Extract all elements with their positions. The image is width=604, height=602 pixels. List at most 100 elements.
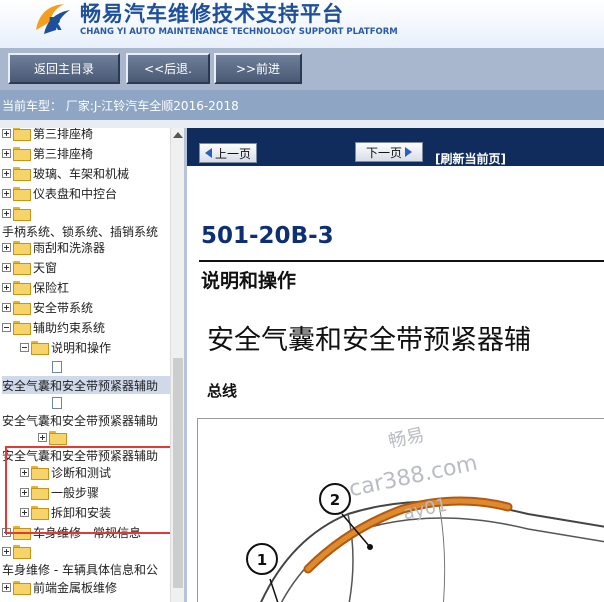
tree-item[interactable]: 第三排座椅 <box>2 128 93 142</box>
changyi-logo-icon: R <box>36 4 70 35</box>
tree-item[interactable]: 雨刮和洗涤器 <box>2 238 105 256</box>
back-button[interactable]: <<后退. <box>126 53 210 84</box>
tree-item-label: 安全带系统 <box>33 300 94 315</box>
callout-2: 2 <box>330 491 340 509</box>
expand-icon[interactable] <box>2 302 11 312</box>
tree-item[interactable]: 诊断和测试 <box>20 463 111 481</box>
tree-item-label: 玻璃、车架和机械 <box>33 166 130 181</box>
tree-item-expanded[interactable]: 辅助约束系统 <box>2 318 105 336</box>
folder-icon <box>13 545 31 559</box>
scroll-up-arrow-icon[interactable] <box>173 132 183 138</box>
tree-item-label: 雨刮和洗涤器 <box>33 240 106 255</box>
folder-icon <box>13 581 31 595</box>
tree-item-label: 拆卸和安装 <box>51 505 112 520</box>
scroll-thumb[interactable] <box>173 358 183 588</box>
doc-title: 安全气囊和安全带预紧器辅 <box>207 325 531 356</box>
expand-icon[interactable] <box>2 148 11 158</box>
folder-open-icon <box>13 321 31 335</box>
next-page-label: 下一页 <box>365 145 402 160</box>
diagram-figure: 2 1 畅易 car388.com ay01 <box>197 418 604 602</box>
tree-item-label-wrapped[interactable]: 车身维修 - 车辆具体信息和公 <box>2 560 158 578</box>
expand-icon[interactable] <box>2 582 11 592</box>
tree-item-label-wrapped[interactable]: 安全气囊和安全带预紧器辅助 <box>2 411 158 429</box>
prev-page-label: 上一页 <box>214 146 251 161</box>
tree-scrollbar[interactable] <box>170 128 184 602</box>
folder-icon <box>13 301 31 315</box>
prev-page-button[interactable]: 上一页 <box>199 143 257 163</box>
folder-icon <box>31 466 49 480</box>
document-icon <box>52 361 62 373</box>
expand-icon[interactable] <box>2 262 11 272</box>
callout-1: 1 <box>257 551 267 569</box>
expand-icon[interactable] <box>2 168 11 178</box>
doc-subhead: 总线 <box>207 382 238 400</box>
tree-item-selected[interactable]: 安全气囊和安全带预紧器辅助 <box>2 376 170 394</box>
svg-text:R: R <box>48 14 62 35</box>
tree-item[interactable]: 保险杠 <box>2 278 69 296</box>
tree-item[interactable]: 玻璃、车架和机械 <box>2 164 129 182</box>
spacer-bar <box>0 120 604 128</box>
home-button[interactable]: 返回主目录 <box>8 53 120 84</box>
folder-icon <box>13 128 31 141</box>
tree-item[interactable]: 安全带系统 <box>2 298 93 316</box>
folder-open-icon <box>31 341 49 355</box>
forward-button[interactable]: >>前进 <box>214 53 302 84</box>
tree-item-label: 第三排座椅 <box>33 128 94 141</box>
expand-icon[interactable] <box>2 128 11 138</box>
collapse-icon[interactable] <box>20 342 29 352</box>
folder-icon <box>13 281 31 295</box>
tree-item-label: 第三排座椅 <box>33 146 94 161</box>
tree-item[interactable]: 前端金属板维修 <box>2 578 117 596</box>
tree-item-label: 车身维修 - 常规信息 <box>33 525 141 540</box>
tree-item[interactable]: 仪表盘和中控台 <box>2 184 117 202</box>
expand-icon[interactable] <box>20 507 29 517</box>
folder-icon <box>31 506 49 520</box>
doc-rule <box>199 260 604 262</box>
arrow-right-icon <box>405 147 412 157</box>
tree-item-label: 前端金属板维修 <box>33 580 118 595</box>
expand-icon[interactable] <box>2 527 11 537</box>
tree-leaf[interactable] <box>52 394 66 412</box>
tree-item-label: 仪表盘和中控台 <box>33 186 118 201</box>
tree-item-label: 保险杠 <box>33 280 70 295</box>
tree-item[interactable]: 一般步骤 <box>20 483 99 501</box>
folder-icon <box>13 167 31 181</box>
tree-item-expanded[interactable]: 说明和操作 <box>20 338 111 356</box>
brand-title-cn: 畅易汽车维修技术支持平台 <box>80 2 344 26</box>
folder-icon <box>13 187 31 201</box>
document-pane: 上一页 下一页 [刷新当前页] 501-20B-3 说明和操作 安全气囊和安全带… <box>187 128 604 602</box>
header-banner: R 畅易汽车维修技术支持平台 CHANG YI AUTO MAINTENANCE… <box>0 0 604 48</box>
current-vehicle-label: 当前车型： 厂家:J-江铃汽车全顺2016-2018 <box>0 90 604 120</box>
expand-icon[interactable] <box>38 432 47 442</box>
expand-icon[interactable] <box>2 188 11 198</box>
arrow-left-icon <box>204 148 212 158</box>
expand-icon[interactable] <box>2 546 11 556</box>
tree-item[interactable]: 车身维修 - 常规信息 <box>2 523 141 541</box>
document-icon <box>52 397 62 409</box>
tree-item[interactable]: 天窗 <box>2 258 57 276</box>
collapse-icon[interactable] <box>2 322 11 332</box>
tree-leaf[interactable] <box>52 358 66 376</box>
app-window: R 畅易汽车维修技术支持平台 CHANG YI AUTO MAINTENANCE… <box>0 0 604 602</box>
expand-icon[interactable] <box>20 467 29 477</box>
folder-icon <box>13 261 31 275</box>
tree-item-label-wrapped[interactable]: 安全气囊和安全带预紧器辅助 <box>2 446 158 464</box>
folder-icon <box>49 431 67 445</box>
expand-icon[interactable] <box>2 282 11 292</box>
tree-item-label: 辅助约束系统 <box>33 320 106 335</box>
tree-item[interactable]: 拆卸和安装 <box>20 503 111 521</box>
expand-icon[interactable] <box>20 487 29 497</box>
folder-icon <box>13 241 31 255</box>
expand-icon[interactable] <box>2 242 11 252</box>
refresh-page-link[interactable]: [刷新当前页] <box>435 150 506 167</box>
tree-item[interactable] <box>2 542 33 560</box>
folder-icon <box>31 486 49 500</box>
expand-icon[interactable] <box>2 208 11 218</box>
tree-item[interactable] <box>2 204 33 222</box>
next-page-button[interactable]: 下一页 <box>355 142 423 162</box>
doc-section: 说明和操作 <box>201 270 297 292</box>
tree-item-label: 一般步骤 <box>51 485 100 500</box>
tree-item[interactable]: 第三排座椅 <box>2 144 93 162</box>
folder-icon <box>13 147 31 161</box>
tree-item[interactable] <box>38 428 69 446</box>
